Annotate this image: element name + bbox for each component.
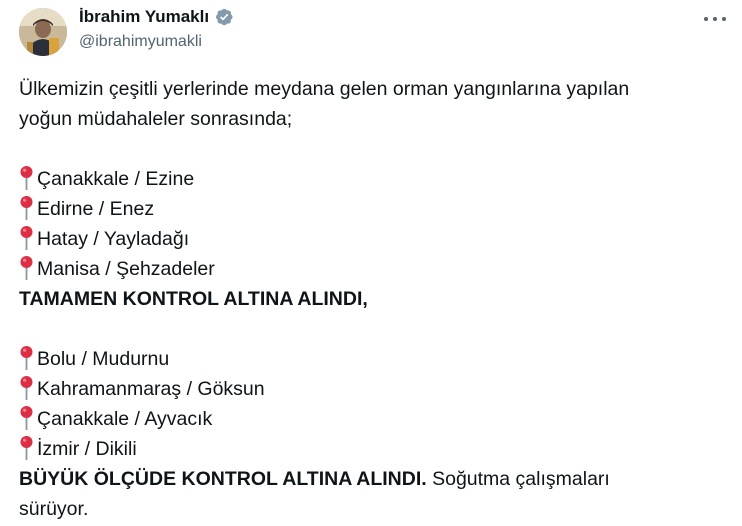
more-options-button[interactable] bbox=[704, 12, 726, 26]
round-pushpin-icon bbox=[20, 166, 33, 190]
location-text: Hatay / Yayladağı bbox=[37, 228, 190, 250]
status-line-2-rest: Soğutma çalışmaları bbox=[426, 468, 610, 490]
list-item: Çanakkale / Ayvacık bbox=[19, 404, 719, 434]
tweet-intro-line-1: Ülkemizin çeşitli yerlerinde meydana gel… bbox=[19, 78, 630, 100]
list-item: Edirne / Enez bbox=[19, 194, 719, 224]
author-name-row: İbrahim Yumaklı bbox=[79, 7, 234, 27]
round-pushpin-icon bbox=[20, 376, 33, 400]
round-pushpin-icon bbox=[20, 196, 33, 220]
more-horizontal-icon bbox=[704, 17, 708, 21]
location-text: Edirne / Enez bbox=[37, 198, 155, 220]
list-item: Hatay / Yayladağı bbox=[19, 224, 719, 254]
round-pushpin-icon bbox=[20, 256, 33, 280]
list-item: İzmir / Dikili bbox=[19, 434, 719, 464]
tweet-intro-line-2: yoğun müdahaleler sonrasında; bbox=[19, 108, 293, 130]
tweet-text: Ülkemizin çeşitli yerlerinde meydana gel… bbox=[19, 74, 719, 524]
verified-badge-icon bbox=[216, 8, 233, 26]
status-line-1: TAMAMEN KONTROL ALTINA ALINDI, bbox=[19, 288, 368, 310]
author-handle[interactable]: @ibrahimyumakli bbox=[79, 33, 202, 51]
location-text: Çanakkale / Ayvacık bbox=[37, 408, 213, 430]
list-item: Manisa / Şehzadeler bbox=[19, 254, 719, 284]
tweet-final-line: sürüyor. bbox=[19, 498, 89, 520]
round-pushpin-icon bbox=[20, 436, 33, 460]
round-pushpin-icon bbox=[20, 346, 33, 370]
location-text: Kahramanmaraş / Göksun bbox=[37, 378, 265, 400]
avatar-image bbox=[19, 8, 67, 56]
status-line-2-bold: BÜYÜK ÖLÇÜDE KONTROL ALTINA ALINDI. bbox=[19, 468, 427, 490]
avatar[interactable] bbox=[19, 8, 67, 56]
location-text: Bolu / Mudurnu bbox=[37, 348, 170, 370]
list-item: Çanakkale / Ezine bbox=[19, 164, 719, 194]
round-pushpin-icon bbox=[20, 406, 33, 430]
author-name[interactable]: İbrahim Yumaklı bbox=[79, 7, 209, 27]
round-pushpin-icon bbox=[20, 226, 33, 250]
list-item: Kahramanmaraş / Göksun bbox=[19, 374, 719, 404]
location-text: İzmir / Dikili bbox=[37, 438, 137, 460]
status-line-2: BÜYÜK ÖLÇÜDE KONTROL ALTINA ALINDI. Soğu… bbox=[19, 464, 719, 494]
location-text: Çanakkale / Ezine bbox=[37, 168, 195, 190]
location-text: Manisa / Şehzadeler bbox=[37, 258, 215, 280]
list-item: Bolu / Mudurnu bbox=[19, 344, 719, 374]
